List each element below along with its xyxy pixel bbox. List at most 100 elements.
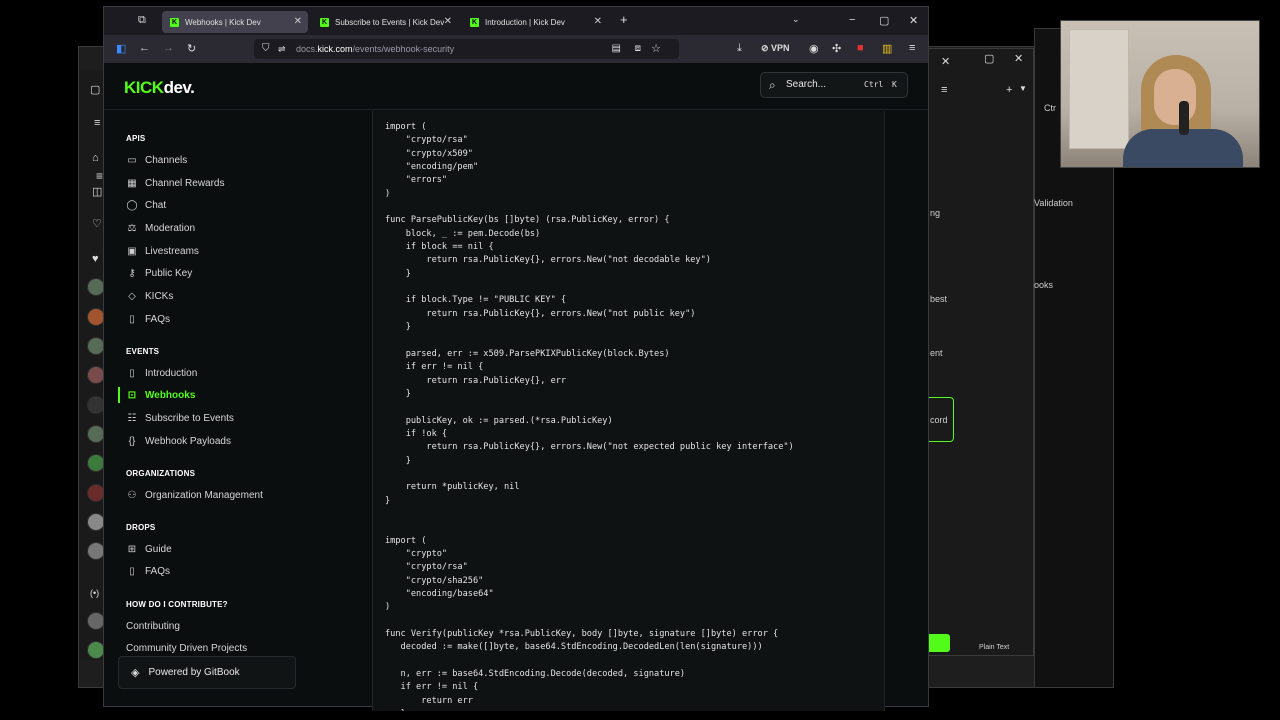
puzzle-icon[interactable]: ✣ (832, 42, 841, 55)
heart-icon[interactable]: ♡ (92, 217, 102, 230)
sidebar-item-label: Community Driven Projects (126, 642, 248, 654)
extension-icon[interactable]: ◉ (809, 42, 819, 55)
tab-list-icon[interactable]: ⧉ (138, 14, 146, 27)
following-icon[interactable]: ♥ (92, 253, 99, 265)
vpn-button[interactable]: ⊘ VPN (761, 43, 790, 54)
code-line: n, err := base64.StdEncoding.Decode(deco… (385, 669, 686, 680)
section-title-organizations: ORGANIZATIONS (126, 469, 196, 478)
sidebar-item-webhooks[interactable]: ⊡ Webhooks (126, 386, 196, 404)
code-line: } (385, 322, 411, 333)
sidebar-item-faqs[interactable]: ▯ FAQs (126, 310, 170, 328)
back-icon[interactable]: ← (139, 42, 150, 54)
sidebar-toggle-icon[interactable]: ◧ (116, 42, 126, 55)
search-button[interactable]: ⌕ Search... Ctrl K (760, 72, 908, 98)
screenshot-icon[interactable]: ⧈ (635, 39, 641, 59)
sidebar-item-public-key[interactable]: ⚷ Public Key (126, 264, 192, 282)
bg-text: best (930, 294, 948, 304)
key-icon: ⚷ (128, 267, 136, 279)
webcam-overlay (1060, 20, 1260, 168)
chevron-down-icon[interactable]: ▼ (1019, 84, 1027, 93)
sidebar-item-subscribe-to-events[interactable]: ☷ Subscribe to Events (126, 409, 234, 427)
sidebar-item-livestreams[interactable]: ▣ Livestreams (126, 242, 199, 260)
sidebar-item-drops-faqs[interactable]: ▯ FAQs (126, 562, 170, 580)
code-line: if block.Type != "PUBLIC KEY" { (385, 295, 567, 306)
bg-text: Validation (1034, 198, 1073, 208)
url-path: /events/webhook-security (352, 44, 455, 54)
code-block[interactable]: import ( "crypto/rsa" "crypto/x509" "enc… (372, 111, 885, 711)
shield-icon[interactable]: ⛉ (262, 39, 270, 59)
menu-icon[interactable]: ≡ (94, 117, 100, 129)
bg-chat-button[interactable] (926, 634, 950, 652)
tv-icon: ▭ (127, 154, 137, 166)
sidebar-item-chat[interactable]: ◯ Chat (126, 196, 166, 214)
code-line: decoded := make([]byte, base64.StdEncodi… (385, 642, 763, 653)
url-bar[interactable]: ⛉ ⇌ docs.kick.com/events/webhook-securit… (254, 39, 679, 59)
sidebar-item-webhook-payloads[interactable]: {} Webhook Payloads (126, 432, 231, 450)
close-icon[interactable]: ✕ (941, 55, 950, 68)
faq-icon: ▯ (129, 313, 135, 325)
code-line: "crypto/rsa" (385, 135, 468, 146)
sidebar-item-label: Livestreams (145, 245, 199, 257)
sidebar-collapse-icon[interactable]: ≡ (96, 169, 103, 183)
sidebar-item-moderation[interactable]: ⚖ Moderation (126, 219, 196, 237)
sidebar-item-guide[interactable]: ⊞ Guide (126, 540, 172, 558)
sidebar-item-introduction[interactable]: ▯ Introduction (126, 364, 197, 382)
code-line: return rsa.PublicKey{}, errors.New("not … (385, 308, 696, 319)
tab-subscribe-to-events[interactable]: K Subscribe to Events | Kick Dev ✕ (312, 11, 458, 33)
sidebar-item-label: FAQs (145, 313, 171, 325)
new-tab-icon[interactable]: + (620, 12, 628, 27)
code-line: "crypto" (385, 549, 448, 559)
restore-icon[interactable]: ▢ (984, 52, 994, 65)
gitbook-label: Powered by GitBook (148, 667, 240, 678)
add-icon[interactable]: + (1006, 84, 1012, 96)
code-line: return rsa.PublicKey{}, err (385, 375, 567, 386)
app-icon[interactable]: ▢ (90, 83, 100, 96)
tab-bar: ⧉ K Webhooks | Kick Dev ✕ K Subscribe to… (104, 7, 928, 35)
close-icon[interactable]: ✕ (444, 16, 452, 27)
reader-view-icon[interactable]: ▤ (612, 39, 621, 59)
sidebar-item-contributing[interactable]: Contributing (126, 617, 180, 635)
code-line: "encoding/base64" (385, 589, 494, 600)
maximize-icon[interactable]: ▢ (879, 14, 889, 27)
code-line: return err (385, 695, 473, 706)
section-title-events: EVENTS (126, 347, 160, 356)
sidebar-item-kicks[interactable]: ◇ KICKs (126, 287, 173, 305)
gift-icon: ⊞ (127, 543, 137, 555)
browse-icon[interactable]: ◫ (92, 185, 102, 198)
tab-webhooks[interactable]: K Webhooks | Kick Dev ✕ (162, 11, 308, 33)
extension-bars-icon[interactable]: ▥ (882, 42, 892, 55)
close-icon[interactable]: ✕ (1014, 52, 1023, 65)
book-icon: ▯ (129, 367, 135, 379)
sidebar-item-channel-rewards[interactable]: ▦ Channel Rewards (126, 174, 224, 192)
bg-text: ooks (1034, 280, 1054, 290)
close-window-icon[interactable]: ✕ (909, 14, 918, 27)
extension-badge-icon[interactable]: ■ (857, 42, 864, 54)
sidebar-item-community-driven-projects[interactable]: Community Driven Projects (126, 639, 247, 657)
chevron-down-icon[interactable]: ⌄ (792, 14, 800, 25)
forward-icon[interactable]: → (163, 42, 174, 54)
tab-title: Webhooks | Kick Dev (185, 17, 261, 27)
sidebar-item-organization-management[interactable]: ⚇ Organization Management (126, 486, 263, 504)
sidebar-item-channels[interactable]: ▭ Channels (126, 151, 187, 169)
minimize-icon[interactable]: − (849, 14, 855, 26)
powered-by-gitbook[interactable]: ◈ Powered by GitBook (118, 656, 296, 689)
code-line: if block == nil { (385, 242, 494, 253)
site-info-icon[interactable]: ⇌ (278, 39, 286, 59)
menu-icon[interactable]: ≡ (941, 84, 947, 96)
home-icon[interactable]: ⌂ (92, 152, 99, 164)
close-icon[interactable]: ✕ (594, 16, 602, 27)
download-icon[interactable]: ⤓ (737, 42, 742, 55)
url-host: kick.com (317, 44, 353, 54)
close-icon[interactable]: ✕ (294, 16, 302, 27)
background-panel (928, 48, 1034, 656)
bookmark-star-icon[interactable]: ☆ (651, 39, 661, 59)
reload-icon[interactable]: ↻ (187, 42, 196, 55)
kick-dev-logo[interactable]: KICKdev. (124, 78, 195, 98)
code-line: if err != nil { (385, 362, 484, 373)
bg-text: ng (930, 208, 941, 218)
tab-introduction[interactable]: K Introduction | Kick Dev ✕ (462, 11, 608, 33)
menu-icon[interactable]: ≡ (909, 42, 915, 54)
sidebar-item-label: FAQs (145, 565, 171, 577)
